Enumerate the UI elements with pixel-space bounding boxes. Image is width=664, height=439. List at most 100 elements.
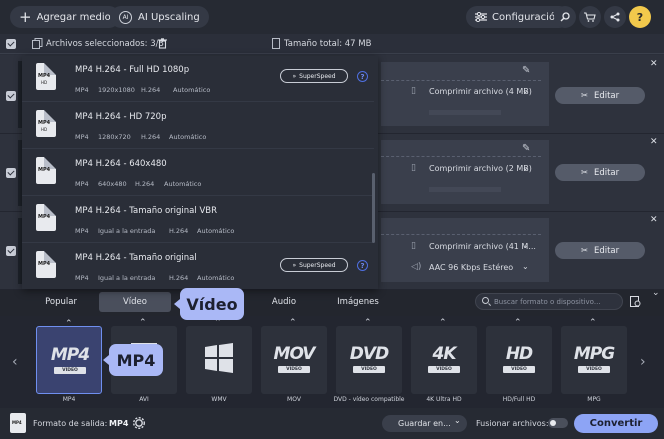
file-checkbox[interactable] <box>6 91 16 101</box>
share-button[interactable] <box>604 6 626 28</box>
format-dvd[interactable]: ⌃ DVD VIDEO <box>336 318 402 394</box>
tab-audio[interactable]: Audio <box>248 292 320 312</box>
help-icon[interactable]: ? <box>357 71 368 82</box>
select-all-checkbox[interactable] <box>6 39 16 49</box>
chevron-down-icon[interactable]: ⌄ <box>522 241 529 250</box>
compress-dropdown[interactable]: Comprimir archivo (2 MB) <box>429 164 532 173</box>
chevron-up-icon: ⌃ <box>289 318 297 328</box>
preset-item[interactable]: MP4 MP4 H.264 - 640x480 MP4 640x480 H.26… <box>22 150 374 196</box>
ai-upscaling-button[interactable]: AI AI Upscaling <box>110 6 209 28</box>
format-mov[interactable]: ⌃ MOV VIDEO <box>261 318 327 394</box>
merge-files-label: Fusionar archivos: <box>476 419 549 428</box>
files-icon <box>32 38 43 49</box>
windows-logo-icon <box>205 343 233 373</box>
callout-video: Vídeo <box>174 288 244 320</box>
format-mp4[interactable]: ⌃ MP4 VIDEO <box>36 319 102 394</box>
fast-forward-icon: » <box>292 261 297 269</box>
format-search-input[interactable]: Buscar formato o dispositivo... <box>475 293 623 310</box>
chevron-down-icon: ⌄ <box>454 416 461 425</box>
gear-icon[interactable] <box>133 417 145 429</box>
mp4-file-icon: MP4 <box>36 204 56 231</box>
compress-icon: ▯ <box>411 163 416 173</box>
plus-icon: + <box>19 7 32 26</box>
close-icon[interactable]: ✕ <box>650 215 658 225</box>
file-checkbox[interactable] <box>6 168 16 178</box>
ai-icon: AI <box>119 10 132 24</box>
edit-button[interactable]: ✂ Editar <box>555 242 645 259</box>
speaker-icon: ◁) <box>411 262 422 272</box>
output-settings-panel: ✎ ▯ Comprimir archivo (2 MB) ⌄ <box>381 140 549 204</box>
scissors-icon: ✂ <box>580 90 588 101</box>
save-to-dropdown[interactable]: Guardar en... ⌄ <box>382 415 467 432</box>
top-toolbar: + Agregar medio AI AI Upscaling Configur… <box>0 0 664 34</box>
file-checkbox[interactable] <box>6 246 16 256</box>
convert-button[interactable]: Convertir <box>574 414 658 433</box>
pencil-icon[interactable]: ✎ <box>522 143 530 154</box>
trash-icon[interactable] <box>158 38 167 49</box>
mp4-file-icon: MP4 HD <box>36 63 56 90</box>
scissors-icon: ✂ <box>580 245 588 256</box>
chevron-left-icon[interactable]: ‹ <box>12 354 18 370</box>
output-format-label: Formato de salida: <box>33 419 108 428</box>
chevron-right-icon[interactable]: › <box>640 354 646 370</box>
chevron-up-icon: ⌃ <box>439 318 447 328</box>
fast-forward-icon: » <box>292 72 297 80</box>
device-settings-icon[interactable] <box>630 296 641 307</box>
close-icon[interactable]: ✕ <box>650 59 658 69</box>
preset-item[interactable]: MP4 HD MP4 H.264 - HD 720p MP4 1280x720 H… <box>22 103 374 149</box>
search-toolbar-button[interactable] <box>554 6 576 28</box>
output-format-icon: MP4 <box>10 413 26 433</box>
bottom-bar: MP4 Formato de salida: MP4 Guardar en...… <box>0 408 664 439</box>
tab-video[interactable]: Vídeo <box>99 292 171 312</box>
superspeed-badge: » SuperSpeed <box>280 69 348 83</box>
merge-files-toggle[interactable] <box>548 418 568 428</box>
close-icon[interactable]: ✕ <box>650 137 658 147</box>
collapse-chevron-icon[interactable]: ⌄ <box>652 288 660 298</box>
tab-images[interactable]: Imágenes <box>322 292 394 312</box>
format-mpg[interactable]: ⌃ MPG VIDEO <box>561 318 627 394</box>
chevron-down-icon[interactable]: ⌄ <box>522 262 529 271</box>
question-icon: ? <box>636 10 644 24</box>
chevron-up-icon: ⌃ <box>65 319 73 329</box>
chevron-up-icon: ⌃ <box>589 318 597 328</box>
output-format-value: MP4 <box>109 419 129 428</box>
output-settings-panel: ✎ ▯ Comprimir archivo (4 MB) ⌄ <box>381 62 549 126</box>
mp4-file-icon: MP4 HD <box>36 110 56 137</box>
cart-button[interactable] <box>579 6 601 28</box>
file-size-icon <box>272 38 280 49</box>
superspeed-badge: » SuperSpeed <box>280 258 348 272</box>
compress-dropdown[interactable]: Comprimir archivo (4 MB) <box>429 87 532 96</box>
help-icon[interactable]: ? <box>357 260 368 271</box>
preset-item[interactable]: MP4 MP4 H.264 - Tamaño original VBR MP4 … <box>22 197 374 243</box>
edit-button[interactable]: ✂ Editar <box>555 164 645 181</box>
format-wmv[interactable]: ⌃ <box>186 318 252 394</box>
format-hd[interactable]: ⌃ HD VIDEO <box>486 318 552 394</box>
search-icon <box>560 12 570 22</box>
compress-dropdown[interactable]: Comprimir archivo (41 M... <box>429 242 536 251</box>
help-button[interactable]: ? <box>629 6 651 28</box>
mp4-file-icon: MP4 <box>36 251 56 278</box>
compress-icon: ▯ <box>411 86 416 96</box>
chevron-down-icon[interactable]: ⌄ <box>522 163 529 172</box>
preset-item[interactable]: MP4 HD MP4 H.264 - Full HD 1080p MP4 1920… <box>22 56 374 102</box>
audio-dropdown[interactable]: AAC 96 Kbps Estéreo <box>429 263 513 272</box>
chevron-up-icon: ⌃ <box>514 318 522 328</box>
tab-popular[interactable]: Popular <box>25 292 97 312</box>
scissors-icon: ✂ <box>580 167 588 178</box>
format-tabs-bar: Popular Vídeo Audio Imágenes Buscar form… <box>0 288 664 316</box>
dropdown-scrollbar[interactable] <box>372 173 375 243</box>
compress-icon: ▯ <box>411 241 416 251</box>
format-4k[interactable]: ⌃ 4K VIDEO <box>411 318 477 394</box>
callout-mp4: MP4 <box>103 344 163 376</box>
cart-icon <box>584 12 596 22</box>
preset-item[interactable]: MP4 MP4 H.264 - Tamaño original MP4 Igua… <box>22 244 374 290</box>
output-settings-panel: ▯ Comprimir archivo (41 M... ⌄ ◁) AAC 96… <box>381 218 549 282</box>
mp4-file-icon: MP4 <box>36 157 56 184</box>
pencil-icon[interactable]: ✎ <box>522 65 530 76</box>
add-media-button[interactable]: + Agregar medio <box>10 6 120 28</box>
edit-button[interactable]: ✂ Editar <box>555 87 645 104</box>
preset-dropdown: MP4 HD MP4 H.264 - Full HD 1080p MP4 1920… <box>22 56 378 289</box>
sliders-icon <box>475 12 487 22</box>
chevron-down-icon[interactable]: ⌄ <box>522 86 529 95</box>
search-icon <box>482 297 489 304</box>
